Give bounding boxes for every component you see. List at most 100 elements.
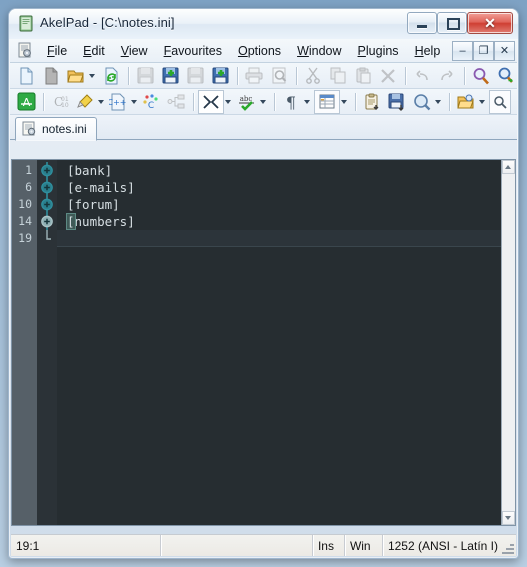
menu-item-file[interactable]: File (39, 41, 75, 61)
pilcrow-caret[interactable] (304, 99, 310, 104)
new-file-icon[interactable] (14, 65, 38, 87)
svg-text:А: А (22, 96, 30, 109)
status-encoding: 1252 (ANSI - Latín I) (387, 538, 498, 553)
window-close-button[interactable]: ✕ (467, 12, 513, 34)
paste-icon[interactable] (351, 65, 375, 87)
columns-caret[interactable] (341, 99, 347, 104)
save-icon[interactable] (133, 65, 157, 87)
quicksearch-icon[interactable] (489, 89, 511, 114)
editor-line[interactable]: 10 [forum] (12, 196, 501, 213)
menu-item-help[interactable]: Help (407, 41, 449, 61)
toolbar-separator (296, 66, 297, 85)
find-icon[interactable] (469, 65, 493, 87)
cut-icon[interactable] (301, 65, 325, 87)
save-session-icon[interactable] (385, 91, 409, 113)
main-toolbar (10, 63, 517, 89)
print-preview-icon[interactable] (267, 65, 291, 87)
line-text: [numbers] (66, 213, 135, 230)
menu-item-window[interactable]: Window (289, 41, 349, 61)
color-picker-icon[interactable]: C (139, 91, 163, 113)
akelpad-window: AkelPad - [C:\notes.ini] ✕ File Edit Vie… (8, 8, 519, 559)
highlight-caret[interactable] (98, 99, 104, 104)
scroll-down-button[interactable] (502, 511, 515, 525)
editor-line[interactable]: 6 [e-mails] (12, 179, 501, 196)
line-text: [e-mails] (67, 180, 135, 195)
line-text: [bank] (67, 163, 113, 178)
preview-icon[interactable] (410, 91, 434, 113)
spell-caret[interactable] (260, 99, 266, 104)
toolbar-separator (43, 92, 44, 111)
copy-icon[interactable] (326, 65, 350, 87)
fold-toggle-icon[interactable] (198, 89, 224, 114)
mdi-minimize-icon: – (459, 45, 466, 57)
mdi-close-button[interactable]: ✕ (494, 41, 515, 61)
redo-icon[interactable] (435, 65, 459, 87)
fold-caret[interactable] (225, 99, 231, 104)
tab-label: notes.ini (42, 122, 87, 136)
open-file-icon[interactable] (64, 65, 88, 87)
spellcheck-icon[interactable]: abc (235, 91, 259, 113)
toolbar-separator (128, 66, 129, 85)
delete-icon[interactable] (376, 65, 400, 87)
reload-file-icon[interactable] (99, 65, 123, 87)
document-menu-icon[interactable] (17, 42, 33, 59)
toolbar-separator (237, 66, 238, 85)
mdi-restore-button[interactable]: ❐ (473, 41, 494, 61)
svg-text:10: 10 (61, 102, 69, 109)
tab-strip: notes.ini (10, 115, 517, 141)
undo-icon[interactable] (410, 65, 434, 87)
resize-grip[interactable] (501, 541, 514, 554)
coder-toggle-icon[interactable]: А (14, 91, 38, 113)
preview-caret[interactable] (435, 99, 441, 104)
editor-line[interactable]: 14 [numbers] (12, 213, 501, 230)
status-blank (161, 535, 313, 556)
svg-text:¶: ¶ (286, 93, 296, 111)
line-number: 10 (18, 197, 32, 211)
vertical-scrollbar[interactable] (501, 160, 515, 525)
print-icon[interactable] (242, 65, 266, 87)
pilcrow-icon[interactable]: ¶ (279, 91, 303, 113)
mdi-minimize-button[interactable]: – (452, 41, 473, 61)
tab-notes-ini[interactable]: notes.ini (15, 117, 97, 141)
tree-view-icon[interactable] (164, 91, 188, 113)
recent-caret[interactable] (479, 99, 485, 104)
fold-expand-icon[interactable] (37, 196, 57, 213)
line-number: 19 (18, 231, 32, 245)
new-window-icon[interactable] (39, 65, 63, 87)
cpp-snippet-icon[interactable]: C++ (106, 91, 130, 113)
svg-text:C++: C++ (109, 98, 127, 107)
fold-end-marker (37, 230, 57, 247)
editor-line[interactable]: 19 (12, 230, 501, 247)
menu-item-options[interactable]: Options (230, 41, 289, 61)
save-copy-icon[interactable] (158, 65, 182, 87)
open-dropdown-caret[interactable] (89, 73, 95, 78)
window-maximize-button[interactable] (437, 12, 467, 34)
goto-line-icon[interactable]: C 01 10 (48, 91, 72, 113)
window-minimize-button[interactable] (407, 12, 437, 34)
menu-item-edit[interactable]: Edit (75, 41, 113, 61)
line-number: 6 (25, 180, 32, 194)
highlight-icon[interactable] (73, 91, 97, 113)
columns-icon[interactable] (314, 89, 340, 114)
mdi-close-icon: ✕ (499, 45, 510, 57)
cpp-caret[interactable] (131, 99, 137, 104)
toolbar-separator (405, 66, 406, 85)
fold-expand-icon[interactable] (37, 179, 57, 196)
save-all-icon[interactable] (208, 65, 232, 87)
clipboard-icon[interactable] (360, 91, 384, 113)
status-bar: 19:1 Ins Win 1252 (ANSI - Latín I) (11, 534, 516, 556)
app-icon (18, 15, 34, 32)
scroll-up-button[interactable] (502, 160, 515, 174)
editor-line[interactable]: 1 [bank] (12, 162, 501, 179)
save-as-icon[interactable] (183, 65, 207, 87)
svg-text:C: C (148, 101, 154, 111)
menu-item-favourites[interactable]: Favourites (156, 41, 230, 61)
find-next-icon[interactable] (494, 65, 518, 87)
menu-item-view[interactable]: View (113, 41, 156, 61)
menu-item-plugins[interactable]: Plugins (350, 41, 407, 61)
fold-expand-icon[interactable] (37, 162, 57, 179)
editor-area[interactable]: 1 [bank] 6 [e-mails] 10 [forum] 14 [numbers] 19 (11, 159, 516, 526)
fold-expand-icon[interactable] (37, 213, 57, 230)
coder-toolbar: А C 01 10 C++ C abc ¶ (10, 89, 517, 115)
recent-folder-icon[interactable] (454, 91, 478, 113)
